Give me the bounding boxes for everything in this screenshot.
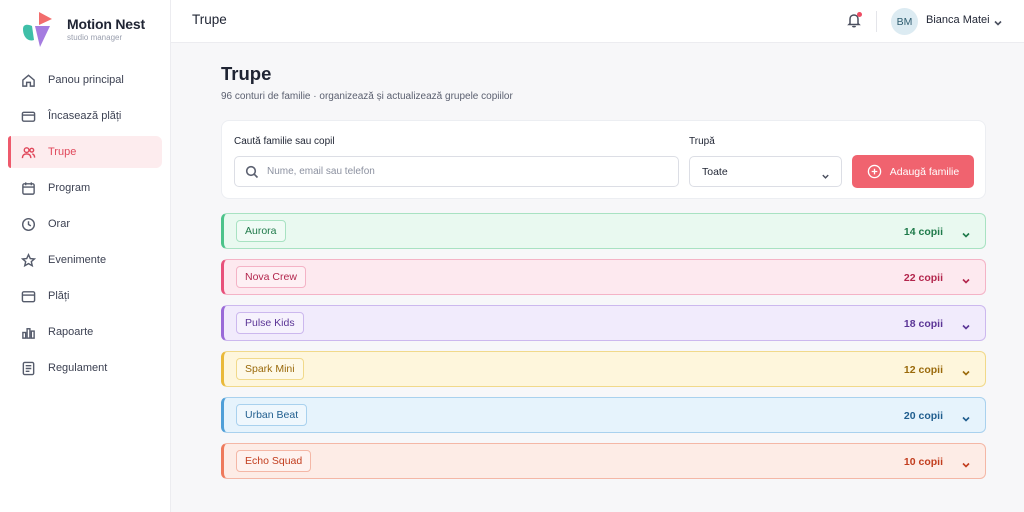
- avatar[interactable]: BM: [891, 8, 918, 35]
- group-filter-label: Trupă: [689, 136, 715, 147]
- bell-icon[interactable]: [846, 12, 862, 28]
- home-icon: [20, 72, 36, 88]
- sidebar-nav: Panou principal Încasează plăți Trupe Pr…: [8, 64, 162, 388]
- group-name-badge: Aurora: [236, 220, 286, 242]
- group-row-spark-mini[interactable]: Spark Mini 12 copii: [221, 351, 986, 387]
- sidebar-item-evenimente[interactable]: Evenimente: [8, 244, 162, 276]
- add-family-button[interactable]: Adaugă familie: [852, 155, 974, 188]
- search-input[interactable]: [267, 157, 667, 186]
- group-row-pulse-kids[interactable]: Pulse Kids 18 copii: [221, 305, 986, 341]
- group-row-urban-beat[interactable]: Urban Beat 20 copii: [221, 397, 986, 433]
- group-list: Aurora 14 copii Nova Crew 22 copii Pulse…: [221, 213, 986, 489]
- group-name-badge: Echo Squad: [236, 450, 312, 472]
- bar-chart-icon: [20, 324, 36, 340]
- users-icon: [20, 144, 36, 160]
- group-name-badge: Urban Beat: [236, 404, 308, 426]
- filter-card: Caută familie sau copil Trupă Toate Adau…: [221, 120, 986, 199]
- calendar-icon: [20, 180, 36, 196]
- sidebar-item-label: Încasează plăți: [48, 110, 122, 122]
- sidebar-item-label: Panou principal: [48, 74, 124, 86]
- sidebar-item-label: Orar: [48, 218, 70, 230]
- group-name-badge: Pulse Kids: [236, 312, 304, 334]
- sidebar-item-program[interactable]: Program: [8, 172, 162, 204]
- group-count: 12 copii: [903, 364, 943, 376]
- group-name-badge: Nova Crew: [236, 266, 306, 288]
- sidebar-item-label: Program: [48, 182, 91, 194]
- wallet-icon: [20, 288, 36, 304]
- brand-name: Motion Nest: [67, 16, 145, 32]
- sidebar-item-label: Regulament: [48, 362, 108, 374]
- group-count: 10 copii: [903, 456, 943, 468]
- chevron-down-icon[interactable]: [961, 365, 971, 376]
- group-row-nova-crew[interactable]: Nova Crew 22 copii: [221, 259, 986, 295]
- group-count: 14 copii: [903, 226, 943, 238]
- sidebar-item-regulament[interactable]: Regulament: [8, 352, 162, 384]
- group-count: 18 copii: [903, 318, 943, 330]
- user-name[interactable]: Bianca Matei: [926, 14, 990, 26]
- group-row-aurora[interactable]: Aurora 14 copii: [221, 213, 986, 249]
- add-family-label: Adaugă familie: [889, 165, 960, 178]
- sidebar-item-label: Rapoarte: [48, 326, 94, 338]
- search-field[interactable]: [234, 156, 679, 187]
- top-bar: Trupe BM Bianca Matei: [171, 0, 1024, 43]
- group-count: 22 copii: [903, 272, 943, 284]
- card-icon: [20, 108, 36, 124]
- group-select[interactable]: Toate: [689, 156, 842, 187]
- logo-icon: [22, 12, 60, 50]
- group-count: 20 copii: [903, 410, 943, 422]
- star-icon: [20, 252, 36, 268]
- sidebar-item-trupe[interactable]: Trupe: [8, 136, 162, 168]
- clock-icon: [20, 216, 36, 232]
- sidebar-item-plati[interactable]: Plăți: [8, 280, 162, 312]
- search-icon: [245, 165, 259, 179]
- sidebar-item-orar[interactable]: Orar: [8, 208, 162, 240]
- sidebar: Motion Nest studio manager Panou princip…: [0, 0, 171, 512]
- chevron-down-icon[interactable]: [961, 273, 971, 284]
- chevron-down-icon[interactable]: [961, 319, 971, 330]
- header-title: Trupe: [192, 12, 227, 27]
- notification-dot: [857, 12, 862, 17]
- chevron-down-icon[interactable]: [993, 15, 1003, 26]
- chevron-down-icon[interactable]: [961, 457, 971, 468]
- sidebar-item-label: Plăți: [48, 290, 70, 302]
- sidebar-item-incaseaza-plati[interactable]: Încasează plăți: [8, 100, 162, 132]
- chevron-down-icon[interactable]: [961, 411, 971, 422]
- group-row-echo-squad[interactable]: Echo Squad 10 copii: [221, 443, 986, 479]
- sidebar-item-label: Trupe: [48, 146, 77, 158]
- group-select-value: Toate: [702, 166, 728, 178]
- group-name-badge: Spark Mini: [236, 358, 304, 380]
- brand[interactable]: Motion Nest studio manager: [22, 12, 145, 50]
- document-icon: [20, 360, 36, 376]
- sidebar-item-label: Evenimente: [48, 254, 107, 266]
- search-label: Caută familie sau copil: [234, 136, 335, 147]
- chevron-down-icon[interactable]: [961, 227, 971, 238]
- sidebar-item-panou-principal[interactable]: Panou principal: [8, 64, 162, 96]
- header-divider: [876, 11, 877, 32]
- sidebar-item-rapoarte[interactable]: Rapoarte: [8, 316, 162, 348]
- chevron-down-icon: [821, 168, 830, 179]
- plus-circle-icon: [867, 164, 882, 179]
- page-subtitle: 96 conturi de familie · organizează și a…: [221, 91, 513, 102]
- brand-subtitle: studio manager: [67, 33, 123, 42]
- page-title: Trupe: [221, 63, 272, 84]
